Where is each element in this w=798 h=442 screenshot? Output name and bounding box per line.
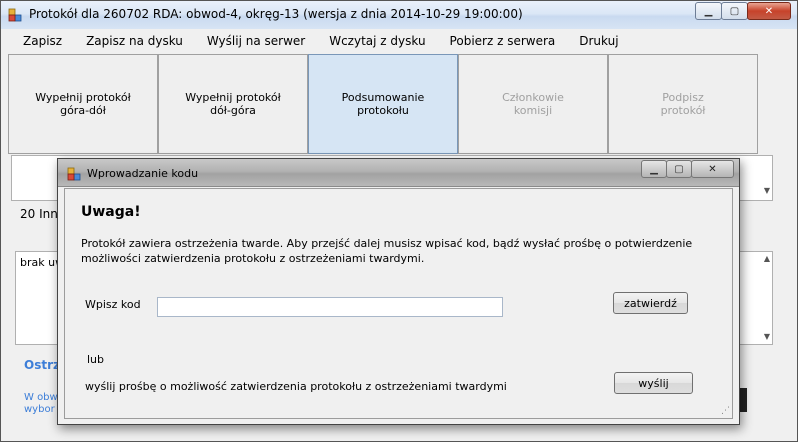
minimize-icon: ▁	[650, 163, 658, 175]
code-entry-dialog: Wprowadzanie kodu ▁ ▢ ✕ Uwaga! Protokół …	[57, 158, 740, 425]
maximize-icon: ▢	[729, 5, 740, 17]
send-request-text: wyślij prośbę o możliwość zatwierdzenia …	[85, 380, 507, 393]
close-button[interactable]: ✕	[747, 2, 791, 20]
scroll-down-icon[interactable]: ▼	[764, 186, 770, 195]
main-window-title: Protokół dla 260702 RDA: obwod-4, okręg-…	[29, 7, 523, 21]
tab-sign-protocol: Podpisz protokół	[608, 54, 758, 154]
dialog-minimize-button[interactable]: ▁	[641, 160, 667, 178]
minimize-button[interactable]: ▁	[695, 2, 722, 20]
close-icon: ✕	[708, 163, 717, 175]
main-titlebar: Protokół dla 260702 RDA: obwod-4, okręg-…	[1, 1, 797, 29]
tab-strip: Wypełnij protokół góra-dół Wypełnij prot…	[8, 54, 798, 154]
or-text: lub	[87, 353, 105, 366]
dialog-title: Wprowadzanie kodu	[87, 167, 199, 180]
maximize-icon: ▢	[674, 163, 684, 175]
main-window-controls: ▁ ▢ ✕	[695, 2, 791, 20]
scroll-down-icon[interactable]: ▼	[764, 332, 770, 341]
maximize-button[interactable]: ▢	[721, 2, 748, 20]
minimize-icon: ▁	[704, 5, 713, 17]
dialog-controls: ▁ ▢ ✕	[641, 160, 734, 178]
dialog-close-button[interactable]: ✕	[691, 160, 734, 178]
menu-zapisz[interactable]: Zapisz	[11, 34, 74, 48]
dialog-body: Uwaga! Protokół zawiera ostrzeżenia twar…	[64, 188, 733, 419]
scroll-up-icon[interactable]: ▲	[764, 254, 770, 263]
warning-title: Uwaga!	[81, 204, 141, 220]
warning-text: Protokół zawiera ostrzeżenia twarde. Aby…	[81, 237, 693, 265]
menu-drukuj[interactable]: Drukuj	[567, 34, 630, 48]
dialog-titlebar: Wprowadzanie kodu ▁ ▢ ✕	[58, 159, 739, 187]
tab-fill-top-down[interactable]: Wypełnij protokół góra-dół	[8, 54, 158, 154]
app-icon	[67, 167, 81, 181]
tab-fill-bottom-up[interactable]: Wypełnij protokół dół-góra	[158, 54, 308, 154]
menu-pobierz-z-serwera[interactable]: Pobierz z serwera	[438, 34, 568, 48]
tab-summary[interactable]: Podsumowanie protokołu	[308, 54, 458, 154]
code-label: Wpisz kod	[85, 298, 141, 311]
menu-zapisz-na-dysku[interactable]: Zapisz na dysku	[74, 34, 195, 48]
menu-wyslij-na-serwer[interactable]: Wyślij na serwer	[195, 34, 317, 48]
close-icon: ✕	[764, 5, 774, 17]
confirm-button[interactable]: zatwierdź	[613, 292, 688, 314]
menu-wczytaj-z-dysku[interactable]: Wczytaj z dysku	[317, 34, 437, 48]
code-input[interactable]	[157, 297, 503, 317]
resize-grip-icon[interactable]: ⋰	[721, 406, 730, 416]
dialog-maximize-button[interactable]: ▢	[666, 160, 692, 178]
tab-commission-members: Członkowie komisji	[458, 54, 608, 154]
app-icon	[8, 8, 22, 22]
send-button[interactable]: wyślij	[614, 372, 693, 394]
warnings-detail-text: W obw wybor	[24, 392, 58, 415]
menubar: Zapisz Zapisz na dysku Wyślij na serwer …	[1, 29, 797, 53]
